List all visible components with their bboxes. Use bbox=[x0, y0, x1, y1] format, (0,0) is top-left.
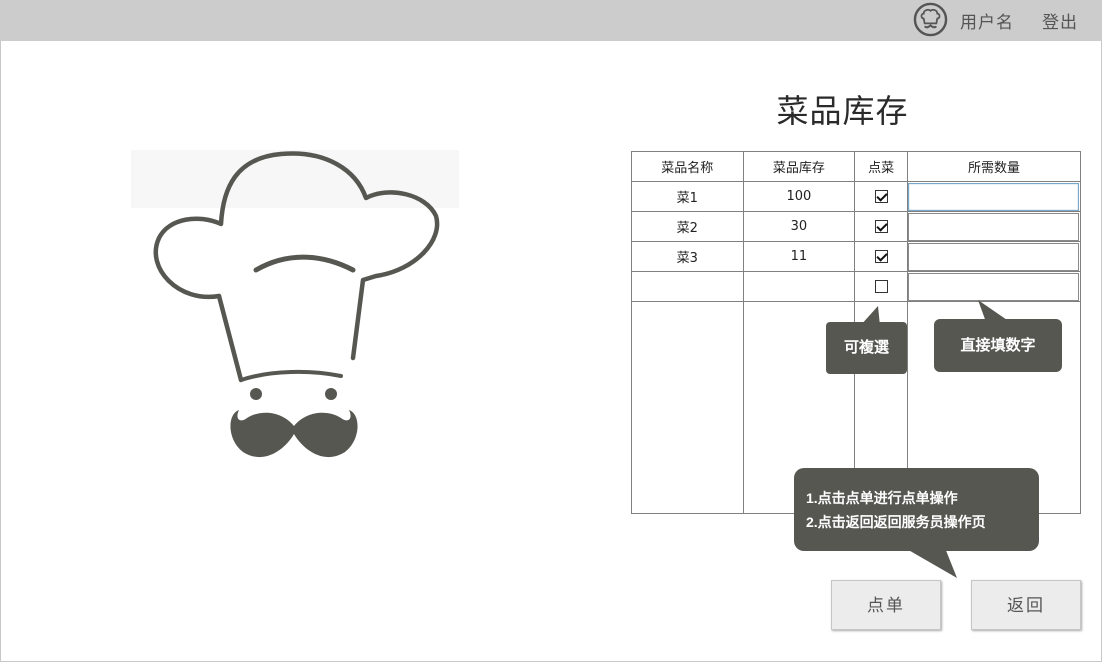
quantity-input[interactable] bbox=[908, 182, 1080, 211]
top-bar: 用户名 登出 bbox=[0, 0, 1102, 41]
order-checkbox[interactable] bbox=[874, 190, 888, 203]
instructions-line-1: 1.点击点单进行点单操作 bbox=[806, 490, 958, 506]
order-checkbox-cell bbox=[854, 241, 908, 272]
dish-stock-cell: 30 bbox=[742, 211, 856, 242]
order-checkbox[interactable] bbox=[874, 220, 888, 233]
quantity-cell bbox=[906, 211, 1082, 242]
order-checkbox[interactable] bbox=[874, 250, 888, 263]
order-checkbox-cell bbox=[854, 271, 908, 302]
logout-button[interactable]: 登出 bbox=[1042, 8, 1078, 33]
dish-stock-cell bbox=[742, 271, 856, 302]
dish-name-cell: 菜2 bbox=[631, 211, 744, 242]
order-checkbox[interactable] bbox=[874, 280, 888, 293]
table-row: 菜1 100 bbox=[631, 181, 1082, 212]
dish-stock-cell: 100 bbox=[742, 181, 856, 212]
tooltip-tail bbox=[905, 548, 957, 578]
page-title: 菜品库存 bbox=[776, 92, 909, 130]
table-header-row: 菜品名称 菜品库存 点菜 所需数量 bbox=[631, 151, 1082, 182]
order-button[interactable]: 点单 bbox=[831, 580, 941, 630]
column-header-order: 点菜 bbox=[854, 151, 908, 182]
column-header-dish-name: 菜品名称 bbox=[631, 151, 744, 182]
quantity-cell bbox=[906, 271, 1082, 302]
dish-stock-cell: 11 bbox=[742, 241, 856, 272]
username-label: 用户名 bbox=[960, 13, 1014, 33]
chef-hat-mustache-icon bbox=[131, 150, 459, 458]
instructions-line-2: 2.点击返回返回服务员操作页 bbox=[806, 514, 986, 530]
table-row: 菜3 11 bbox=[631, 241, 1082, 272]
chef-avatar-icon[interactable] bbox=[913, 2, 948, 37]
multi-select-tooltip: 可複選 bbox=[826, 322, 907, 374]
enter-number-tooltip: 直接填数字 bbox=[934, 319, 1062, 372]
dish-name-cell: 菜3 bbox=[631, 241, 744, 272]
instructions-tooltip: 1.点击点单进行点单操作 2.点击返回返回服务员操作页 bbox=[794, 468, 1039, 551]
dish-name-cell bbox=[631, 271, 744, 302]
quantity-cell bbox=[906, 241, 1082, 272]
column-header-quantity: 所需数量 bbox=[906, 151, 1082, 182]
table-row bbox=[631, 271, 1082, 302]
dish-name-cell: 菜1 bbox=[631, 181, 744, 212]
empty-cell bbox=[631, 301, 744, 514]
quantity-input[interactable] bbox=[908, 242, 1080, 271]
quantity-input[interactable] bbox=[908, 212, 1080, 241]
order-checkbox-cell bbox=[854, 181, 908, 212]
table-row: 菜2 30 bbox=[631, 211, 1082, 242]
quantity-cell bbox=[906, 181, 1082, 212]
back-button[interactable]: 返回 bbox=[971, 580, 1081, 630]
column-header-stock: 菜品库存 bbox=[742, 151, 856, 182]
order-checkbox-cell bbox=[854, 211, 908, 242]
quantity-input[interactable] bbox=[908, 272, 1080, 301]
